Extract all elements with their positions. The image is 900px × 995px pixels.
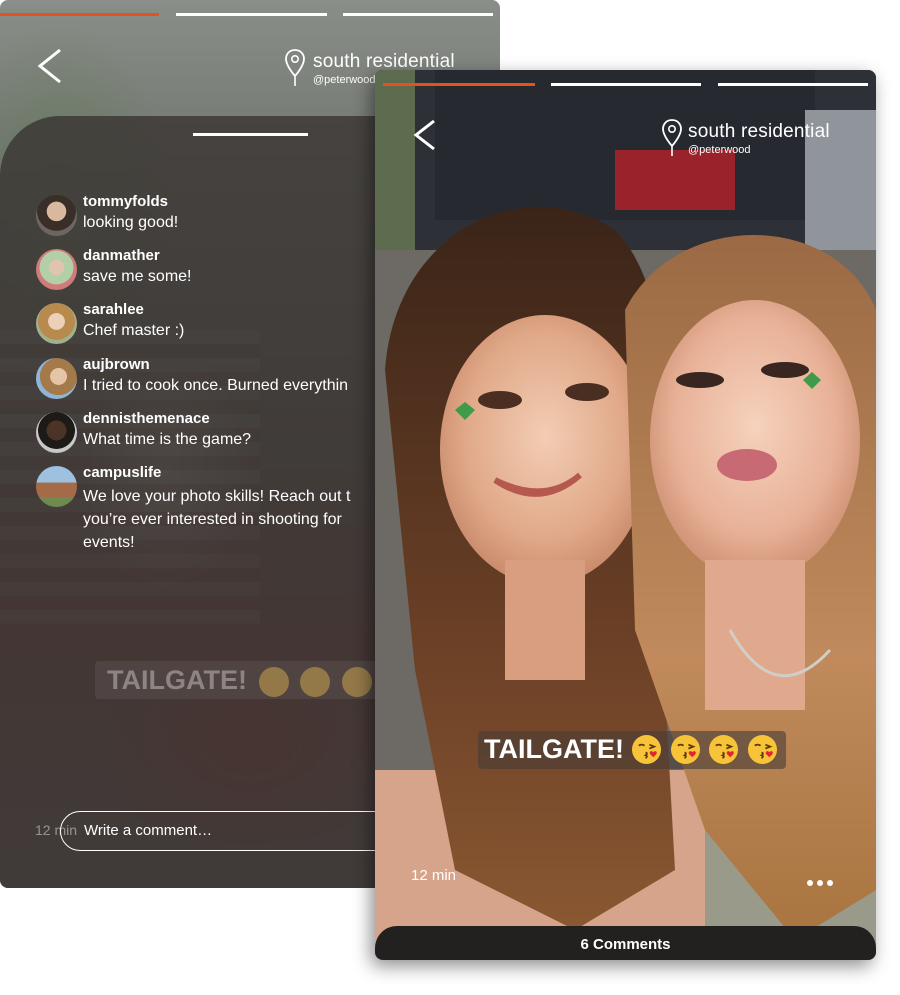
back-chevron-icon[interactable]: [411, 118, 439, 152]
comment-text: save me some!: [83, 268, 192, 285]
story-caption: TAILGATE!: [478, 731, 786, 769]
comment-username[interactable]: aujbrown: [83, 356, 150, 373]
sheet-drag-handle[interactable]: [193, 133, 308, 136]
story-progress-segment-3: [718, 83, 868, 86]
story-progress-segment-2: [551, 83, 701, 86]
comment-text: looking good!: [83, 214, 179, 231]
location-pin-icon: [662, 119, 682, 156]
comment-text: What time is the game?: [83, 431, 252, 448]
story-progress-segment-1: [0, 13, 159, 16]
story-screen: south residential @peterwood TAILGATE! 1…: [375, 70, 876, 960]
caption-ghost: TAILGATE!: [95, 661, 414, 699]
location-title[interactable]: south residential: [688, 121, 830, 143]
avatar[interactable]: [36, 249, 77, 290]
comments-button[interactable]: 6 Comments: [375, 926, 876, 960]
more-options-icon[interactable]: [807, 873, 843, 886]
comment-username[interactable]: tommyfolds: [83, 193, 168, 210]
face-throwing-kiss-icon: [341, 666, 372, 697]
avatar[interactable]: [36, 303, 77, 344]
comment-input[interactable]: Write a comment…: [60, 811, 420, 851]
face-throwing-kiss-icon: [670, 734, 700, 765]
back-chevron-icon[interactable]: [34, 46, 66, 86]
story-progress-segment-2: [176, 13, 327, 16]
comment-text: I tried to cook once. Burned everythin: [83, 377, 349, 394]
avatar[interactable]: [36, 358, 77, 399]
face-throwing-kiss-icon: [300, 666, 331, 697]
face-throwing-kiss-icon: [709, 734, 739, 765]
comment-username[interactable]: campuslife: [83, 464, 161, 481]
location-pin-icon: [285, 49, 305, 86]
story-photo[interactable]: [375, 70, 876, 960]
comment-username[interactable]: danmather: [83, 247, 160, 264]
face-throwing-kiss-icon: [258, 666, 289, 697]
location-username[interactable]: @peterwood: [688, 144, 751, 156]
comment-username[interactable]: dennisthemenace: [83, 410, 210, 427]
comment-text: Chef master :): [83, 322, 185, 339]
avatar[interactable]: [36, 466, 77, 507]
avatar[interactable]: [36, 195, 77, 236]
post-time: 12 min: [411, 867, 457, 884]
face-throwing-kiss-icon: [632, 734, 662, 765]
caption-text: TAILGATE!: [484, 734, 624, 764]
comment-text: We love your photo skills! Reach out t y…: [83, 488, 351, 551]
location-username[interactable]: @peterwood: [313, 74, 376, 86]
story-progress-segment-3: [343, 13, 493, 16]
avatar[interactable]: [36, 412, 77, 453]
caption-ghost-text: TAILGATE!: [107, 665, 247, 695]
comment-username[interactable]: sarahlee: [83, 301, 144, 318]
story-progress-segment-1: [383, 83, 535, 86]
face-throwing-kiss-icon: [747, 734, 777, 765]
